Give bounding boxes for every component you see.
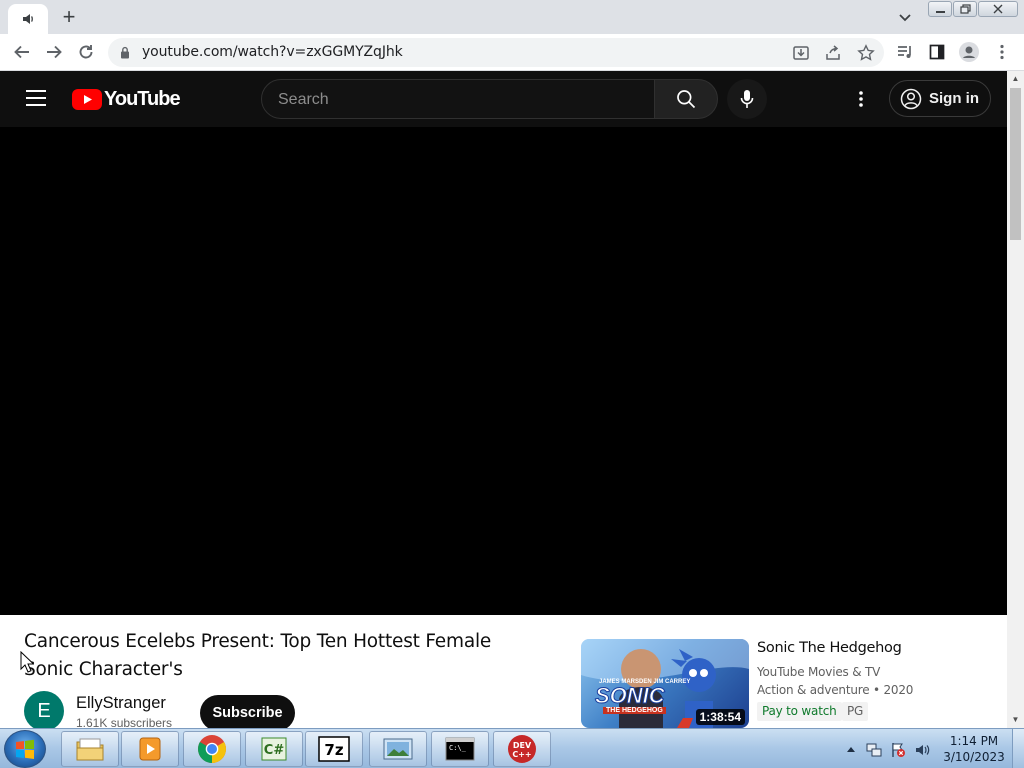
sign-in-button[interactable]: Sign in [889,80,991,117]
share-icon[interactable] [824,44,842,62]
side-panel-icon [929,44,945,60]
search-icon [677,90,696,109]
settings-menu-button[interactable] [850,87,872,111]
dev-cpp-icon: DEV C++ [508,735,536,763]
forward-button[interactable] [42,40,66,64]
channel-name[interactable]: EllyStranger [76,694,166,713]
svg-text:DEV: DEV [513,741,532,750]
close-window-button[interactable] [978,1,1018,17]
reload-icon [79,45,93,59]
scrollbar-thumb[interactable] [1010,88,1021,240]
video-thumbnail[interactable]: JAMES MARSDEN JIM CARREY SONIC THE HEDGE… [581,639,749,728]
media-queue-icon [898,46,911,58]
tab-search-chevron-icon[interactable] [895,7,915,27]
youtube-masthead: YouTube Sign in [0,71,1007,127]
channel-avatar[interactable]: E [24,691,64,731]
taskbar-windows-explorer[interactable] [61,731,119,767]
svg-text:C#: C# [264,743,285,758]
more-vertical-icon [1000,44,1004,60]
chrome-icon [198,735,226,763]
taskbar-csharp-ide[interactable]: C# [245,731,303,767]
account-circle-icon [900,88,922,109]
voice-search-button[interactable] [727,79,767,119]
media-controls-button[interactable] [895,42,915,62]
media-player-icon [139,737,161,761]
video-player[interactable] [0,127,1007,615]
volume-icon[interactable] [914,742,930,758]
show-desktop-button[interactable] [1012,729,1024,768]
sign-in-label: Sign in [929,90,979,107]
browser-toolbar: youtube.com/watch?v=zxGGMYZqJhk [0,34,1024,71]
microphone-icon [740,90,754,108]
youtube-play-icon [72,89,102,110]
photo-viewer-icon [383,738,413,760]
taskbar-clock[interactable]: 1:14 PM 3/10/2023 [940,733,1008,765]
speaker-icon[interactable] [21,12,35,26]
search-input[interactable] [278,89,638,111]
restore-button[interactable] [953,1,977,17]
action-center-flag-icon[interactable] [890,742,906,758]
windows-taskbar: C# 7z C:\_ DEV C++ 1:14 PM 3/10/2023 [0,728,1024,768]
svg-text:7z: 7z [324,741,343,759]
svg-text:C:\_: C:\_ [449,744,467,752]
page-scrollbar[interactable]: ▲ ▼ [1007,71,1024,728]
search-button[interactable] [654,79,718,119]
clock-time: 1:14 PM [949,734,999,748]
url-text[interactable]: youtube.com/watch?v=zxGGMYZqJhk [142,44,403,60]
recommended-meta: Action & adventure • 2020 [757,683,914,697]
back-button[interactable] [10,40,34,64]
taskbar-media-player[interactable] [121,731,179,767]
reload-button[interactable] [74,40,98,64]
thumbnail-subtitle: THE HEDGEHOG [603,707,666,714]
close-icon [993,4,1003,14]
recommended-title[interactable]: Sonic The Hedgehog [757,640,902,656]
pay-to-watch-badge: Pay to watch [757,702,842,721]
recommended-video[interactable]: JAMES MARSDEN JIM CARREY SONIC THE HEDGE… [581,639,1001,729]
taskbar-chrome[interactable] [183,731,241,767]
side-panel-button[interactable] [927,42,947,62]
browser-tab-strip: + [0,0,1024,34]
video-duration: 1:38:54 [695,709,745,725]
mouse-cursor-icon [20,651,34,673]
command-prompt-icon: C:\_ [445,737,475,761]
clock-date: 3/10/2023 [943,750,1005,764]
new-tab-button[interactable]: + [57,6,81,28]
folder-icon [76,738,104,761]
youtube-logo-text: YouTube [104,88,181,110]
taskbar-photo-viewer[interactable] [369,731,427,767]
recommended-channel[interactable]: YouTube Movies & TV [757,665,880,679]
taskbar-dev-cpp[interactable]: DEV C++ [493,731,551,767]
more-vertical-icon [859,91,863,107]
csharp-icon: C# [261,737,287,761]
forward-arrow-icon [47,45,62,59]
thumbnail-title: SONIC [595,683,666,709]
youtube-logo[interactable]: YouTube [72,88,181,111]
address-bar[interactable]: youtube.com/watch?v=zxGGMYZqJhk [108,38,884,67]
profile-avatar-icon [959,42,979,62]
rating-badge: PG [842,702,869,721]
bookmark-star-icon[interactable] [857,44,875,62]
taskbar-7zip[interactable]: 7z [305,731,363,767]
browser-tab[interactable] [8,4,48,34]
start-button[interactable] [4,730,46,768]
back-arrow-icon [14,45,29,59]
restore-icon [959,4,971,14]
chrome-menu-button[interactable] [992,42,1012,62]
profile-button[interactable] [959,42,979,62]
svg-text:C++: C++ [512,750,531,759]
subscribe-button[interactable]: Subscribe [200,695,295,731]
video-title: Cancerous Ecelebs Present: Top Ten Hotte… [24,631,492,680]
scroll-down-arrow-icon[interactable]: ▼ [1011,715,1020,724]
7zip-icon: 7z [318,736,350,762]
taskbar-command-prompt[interactable]: C:\_ [431,731,489,767]
windows-logo-icon [16,739,34,759]
search-box[interactable] [261,79,655,119]
network-icon[interactable] [866,742,882,758]
show-hidden-icons-icon[interactable] [846,745,856,753]
lock-icon[interactable] [120,46,130,59]
guide-menu-icon[interactable] [26,90,46,106]
minimize-button[interactable] [928,1,952,17]
install-app-icon[interactable] [792,44,810,62]
scroll-up-arrow-icon[interactable]: ▲ [1011,74,1020,83]
